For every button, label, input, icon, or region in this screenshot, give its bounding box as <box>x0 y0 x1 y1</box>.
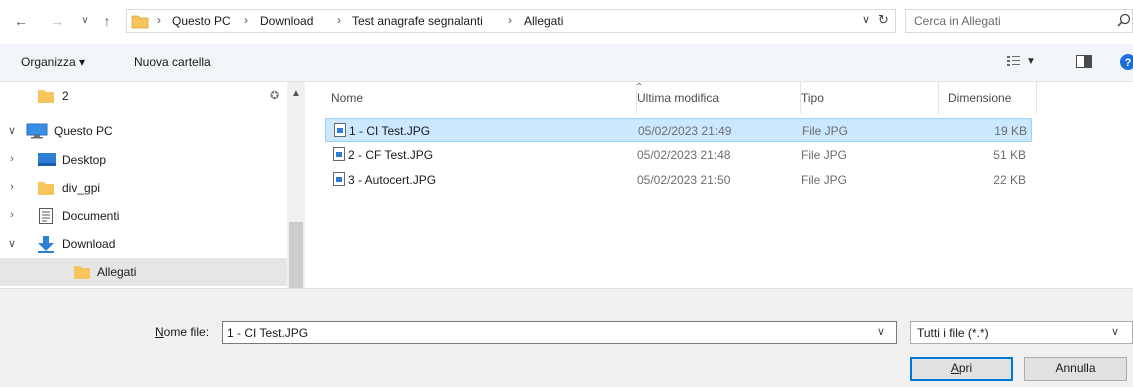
computer-icon <box>26 123 48 139</box>
column-header-label: Ultima modifica <box>637 91 720 105</box>
file-size: 22 KB <box>993 173 1026 187</box>
open-label-accesskey: A <box>950 361 959 375</box>
file-row[interactable]: 1 - CI Test.JPG 05/02/2023 21:49 File JP… <box>325 118 1032 142</box>
file-row[interactable]: 3 - Autocert.JPG 05/02/2023 21:50 File J… <box>325 168 1032 192</box>
file-type: File JPG <box>801 173 848 187</box>
nav-item-download[interactable]: ∨ Download <box>0 230 287 258</box>
filename-input[interactable] <box>227 325 867 341</box>
breadcrumb-questo-pc[interactable]: Questo PC <box>172 14 231 28</box>
column-header-label: Dimensione <box>948 91 1012 105</box>
breadcrumb-separator-icon: › <box>337 13 341 27</box>
breadcrumb-separator-icon: › <box>508 13 512 27</box>
expanded-chevron-icon[interactable]: ∨ <box>6 124 18 137</box>
nav-item-desktop[interactable]: › Desktop <box>0 146 287 174</box>
recent-locations-chevron-icon[interactable]: ∨ <box>76 12 94 30</box>
nav-item-label: Documenti <box>62 209 120 223</box>
column-header-name[interactable]: Nome <box>325 82 637 114</box>
file-name: 2 - CF Test.JPG <box>348 148 434 162</box>
search-icon[interactable] <box>1117 13 1131 27</box>
filename-label: Nome file: <box>155 325 209 339</box>
organize-menu-button[interactable]: Organizza ▾ <box>21 55 85 69</box>
collapsed-chevron-icon[interactable]: › <box>6 181 18 193</box>
nav-item-label: div_gpi <box>62 181 101 195</box>
breadcrumb-separator-icon: › <box>157 13 161 27</box>
nav-item-div-gpi[interactable]: › div_gpi <box>0 174 287 202</box>
filename-dropdown-chevron-icon[interactable]: ∨ <box>877 325 885 338</box>
nav-item-label: Desktop <box>62 153 107 167</box>
command-bar: Organizza ▾ Nuova cartella ▼ ? <box>0 44 1133 82</box>
search-input[interactable] <box>914 13 1104 29</box>
pin-icon[interactable]: ✪ <box>270 89 279 102</box>
folder-icon <box>38 90 54 103</box>
file-name: 1 - CI Test.JPG <box>349 124 431 138</box>
nav-item-label: 2 <box>62 89 69 103</box>
dialog-footer: Nome file: ∨ Tutti i file (*.*) ∨ Apri A… <box>0 288 1133 387</box>
column-header-type[interactable]: Tipo <box>801 82 939 114</box>
svg-text:?: ? <box>1125 57 1132 69</box>
file-type: File JPG <box>801 148 848 162</box>
filename-label-text: ome file: <box>163 325 210 339</box>
documents-icon <box>39 208 53 224</box>
nav-item-label: Download <box>62 237 116 251</box>
nav-item-questo-pc[interactable]: ∨ Questo PC <box>0 117 287 145</box>
address-row: ← → ∨ ↑ › Questo PC › Download › Test an… <box>0 0 1133 44</box>
image-file-icon <box>334 123 346 137</box>
expanded-chevron-icon[interactable]: ∨ <box>6 237 18 250</box>
file-name: 3 - Autocert.JPG <box>348 173 437 187</box>
folder-icon <box>74 266 90 279</box>
download-icon <box>38 236 54 253</box>
file-size: 19 KB <box>994 124 1027 138</box>
collapsed-chevron-icon[interactable]: › <box>6 153 18 165</box>
search-box[interactable] <box>905 9 1133 33</box>
nav-item-documenti[interactable]: › Documenti <box>0 202 287 230</box>
view-dropdown-chevron-icon[interactable]: ▼ <box>1026 56 1036 67</box>
collapsed-chevron-icon[interactable]: › <box>6 209 18 221</box>
address-bar[interactable]: › Questo PC › Download › Test anagrafe s… <box>126 9 896 33</box>
address-dropdown-chevron-icon[interactable]: ∨ <box>862 13 870 26</box>
open-button[interactable]: Apri <box>910 357 1013 381</box>
column-header-modified[interactable]: Ultima modifica <box>637 82 801 114</box>
filename-label-accesskey: N <box>155 325 164 339</box>
file-row[interactable]: 2 - CF Test.JPG 05/02/2023 21:48 File JP… <box>325 143 1032 167</box>
desktop-icon <box>38 153 56 166</box>
file-type: File JPG <box>802 124 849 138</box>
column-header-label: Nome <box>331 91 364 105</box>
file-modified: 05/02/2023 21:50 <box>637 173 731 187</box>
file-list: Nome ⌃ Ultima modifica Tipo Dimensione 1… <box>305 82 1133 288</box>
nav-scrollbar-thumb[interactable] <box>289 222 303 288</box>
open-label-text: pri <box>958 361 973 375</box>
up-arrow-icon[interactable]: ↑ <box>98 12 116 30</box>
back-arrow-icon[interactable]: ← <box>12 12 30 30</box>
folder-icon <box>131 15 149 29</box>
image-file-icon <box>333 147 345 161</box>
column-header-label: Tipo <box>801 91 824 105</box>
folder-icon <box>38 182 54 195</box>
filetype-select[interactable]: Tutti i file (*.*) ∨ <box>910 321 1133 344</box>
preview-pane-icon[interactable] <box>1076 55 1092 68</box>
new-folder-button[interactable]: Nuova cartella <box>134 55 211 69</box>
navigation-pane: 2 ✪ ∨ Questo PC › Desktop › div_gpi › Do… <box>0 82 305 288</box>
help-icon[interactable]: ? <box>1120 54 1133 70</box>
file-size: 51 KB <box>993 148 1026 162</box>
cancel-button[interactable]: Annulla <box>1024 357 1127 381</box>
filetype-dropdown-chevron-icon[interactable]: ∨ <box>1111 325 1119 338</box>
nav-item-2[interactable]: 2 <box>0 82 287 110</box>
nav-item-label: Allegati <box>97 265 137 279</box>
breadcrumb-allegati[interactable]: Allegati <box>524 14 563 28</box>
nav-item-allegati[interactable]: Allegati <box>0 258 287 286</box>
scroll-up-arrow-icon[interactable]: ▲ <box>291 88 301 99</box>
image-file-icon <box>333 172 345 186</box>
file-modified: 05/02/2023 21:49 <box>638 124 732 138</box>
view-options-icon[interactable] <box>1007 53 1021 69</box>
nav-item-label: Questo PC <box>54 124 113 138</box>
breadcrumb-download[interactable]: Download <box>260 14 313 28</box>
file-modified: 05/02/2023 21:48 <box>637 148 731 162</box>
column-header-size[interactable]: Dimensione <box>939 82 1037 114</box>
forward-arrow-icon[interactable]: → <box>48 12 66 30</box>
breadcrumb-separator-icon: › <box>244 13 248 27</box>
breadcrumb-test-anagrafe[interactable]: Test anagrafe segnalanti <box>352 14 483 28</box>
refresh-icon[interactable]: ↻ <box>878 12 889 28</box>
filetype-value: Tutti i file (*.*) <box>917 326 989 340</box>
filename-combobox[interactable]: ∨ <box>222 321 897 344</box>
